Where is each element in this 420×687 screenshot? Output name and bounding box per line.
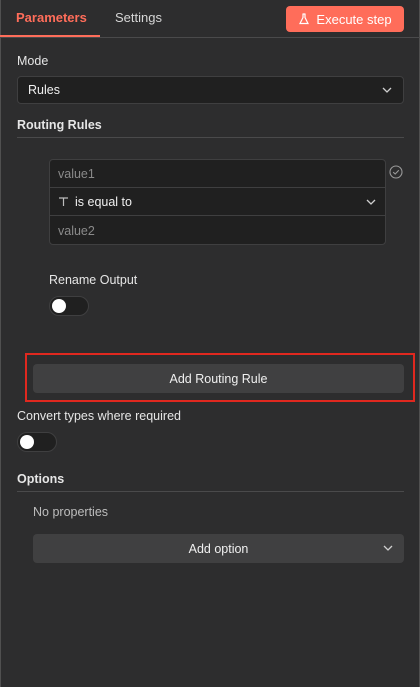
add-routing-rule-button[interactable]: Add Routing Rule: [33, 364, 404, 393]
execute-step-button[interactable]: Execute step: [286, 6, 404, 32]
check-circle-icon[interactable]: [389, 165, 403, 179]
value1-input[interactable]: value1: [50, 160, 385, 188]
toggle-knob: [52, 299, 66, 313]
flask-icon: [299, 13, 310, 25]
tab-bar: Parameters Settings Execute step: [0, 0, 420, 38]
execute-step-label: Execute step: [316, 11, 392, 27]
add-routing-rule-label: Add Routing Rule: [169, 371, 268, 386]
operator-select[interactable]: is equal to: [50, 188, 385, 216]
rename-output-toggle[interactable]: [49, 296, 89, 316]
value2-input[interactable]: value2: [50, 217, 385, 245]
text-type-icon: [59, 197, 68, 206]
tab-parameters[interactable]: Parameters: [16, 10, 87, 25]
node-panel: Parameters Settings Execute step Mode Ru…: [0, 0, 420, 687]
convert-types-toggle[interactable]: [17, 432, 57, 452]
value2-placeholder: value2: [58, 224, 95, 238]
rename-output-label: Rename Output: [49, 273, 138, 287]
routing-rules-title: Routing Rules: [17, 118, 102, 132]
no-properties-text: No properties: [33, 505, 109, 519]
options-divider: [17, 491, 404, 492]
mode-select[interactable]: Rules: [17, 76, 404, 104]
toggle-knob: [20, 435, 34, 449]
chevron-down-icon: [383, 545, 393, 551]
active-tab-indicator: [0, 35, 100, 37]
convert-types-label: Convert types where required: [17, 409, 181, 423]
tab-settings[interactable]: Settings: [115, 10, 162, 25]
value1-placeholder: value1: [58, 166, 95, 181]
routing-rule-card: value1 is equal to value2: [49, 159, 386, 245]
mode-label: Mode: [17, 54, 49, 68]
chevron-down-icon: [382, 87, 392, 93]
options-title: Options: [17, 472, 65, 486]
operator-value: is equal to: [75, 194, 132, 209]
mode-select-value: Rules: [28, 83, 60, 97]
add-option-button[interactable]: Add option: [33, 534, 404, 563]
add-option-label: Add option: [188, 541, 249, 556]
routing-rules-divider: [17, 137, 404, 138]
chevron-down-icon: [366, 199, 376, 205]
panel-left-border: [0, 0, 1, 687]
